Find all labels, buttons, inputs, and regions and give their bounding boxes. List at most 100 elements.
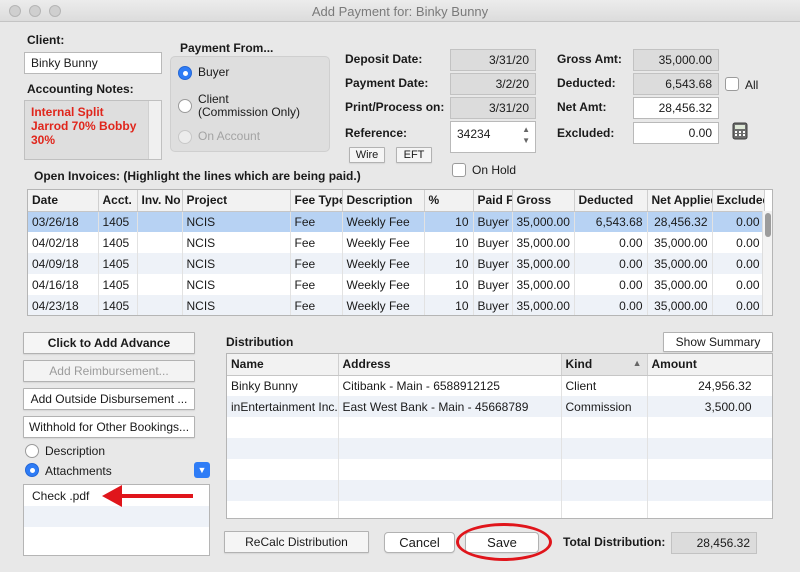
cell-address: East West Bank - Main - 45668789 [338,396,562,417]
col-description[interactable]: Description [342,190,425,212]
invoice-row[interactable]: 04/23/18 1405 NCIS Fee Weekly Fee 10 Buy… [28,295,765,315]
cell-net-applied: 35,000.00 [647,295,713,315]
cell-gross: 35,000.00 [512,253,575,274]
col-net-applied[interactable]: Net Applied [647,190,713,212]
cell-excluded: 0.00 [712,253,765,274]
col-percent[interactable]: % [424,190,474,212]
col-gross[interactable]: Gross [512,190,575,212]
col-inv-no[interactable]: Inv. No [137,190,183,212]
deposit-date-field[interactable]: 3/31/20 [450,49,536,71]
excluded-field[interactable]: 0.00 [633,122,719,144]
cell-description: Weekly Fee [342,232,425,253]
cell-gross: 35,000.00 [512,211,575,232]
distribution-empty-row [227,501,772,518]
cancel-button[interactable]: Cancel [384,532,455,553]
add-outside-disbursement-button[interactable]: Add Outside Disbursement ... [23,388,195,410]
cell-excluded: 0.00 [712,232,765,253]
cell-fee-type: Fee [290,253,343,274]
recalc-distribution-button[interactable]: ReCalc Distribution [224,531,369,553]
cell-excluded: 0.00 [712,274,765,295]
distribution-row[interactable]: Binky Bunny Citibank - Main - 6588912125… [227,375,772,396]
radio-attachments[interactable] [25,463,39,477]
col-project[interactable]: Project [182,190,291,212]
cell-paid-from: Buyer [473,211,513,232]
reference-value: 34234 [457,127,491,141]
red-circle-annotation [456,523,552,561]
col-amount[interactable]: Amount [647,354,772,376]
cell-net-applied: 35,000.00 [647,232,713,253]
col-excluded[interactable]: Excluded [712,190,765,212]
col-date[interactable]: Date [28,190,99,212]
cell-description: Weekly Fee [342,274,425,295]
radio-client-commission[interactable] [178,99,192,113]
cell-address: Citibank - Main - 6588912125 [338,375,562,396]
add-advance-button[interactable]: Click to Add Advance [23,332,195,354]
distribution-empty-row [227,459,772,480]
col-acct[interactable]: Acct. [98,190,138,212]
client-field[interactable]: Binky Bunny [24,52,162,74]
attachments-dropdown-icon[interactable]: ▼ [194,462,210,478]
radio-buyer[interactable] [178,66,192,80]
cell-percent: 10 [424,295,474,315]
cell-fee-type: Fee [290,295,343,315]
eft-button[interactable]: EFT [396,147,432,163]
distribution-row[interactable]: inEntertainment Inc. East West Bank - Ma… [227,396,772,417]
notes-scrollbar[interactable] [148,101,161,159]
cell-inv-no [137,211,183,232]
cell-name: Binky Bunny [227,375,339,396]
gross-amt-field[interactable]: 35,000.00 [633,49,719,71]
all-checkbox[interactable] [725,77,739,91]
withhold-button[interactable]: Withhold for Other Bookings... [23,416,195,438]
net-amt-field[interactable]: 28,456.32 [633,97,719,119]
invoices-table: Date Acct. Inv. No Project Fee Type Desc… [27,189,773,316]
cell-date: 04/16/18 [28,274,99,295]
cell-amount: 3,500.00 [647,396,772,417]
col-name[interactable]: Name [227,354,339,376]
col-fee-type[interactable]: Fee Type [290,190,343,212]
calculator-icon[interactable] [730,121,750,141]
invoice-row[interactable]: 04/09/18 1405 NCIS Fee Weekly Fee 10 Buy… [28,253,765,274]
cell-inv-no [137,232,183,253]
cell-deducted: 6,543.68 [574,211,648,232]
cell-kind: Client [561,375,648,396]
deducted-field[interactable]: 6,543.68 [633,73,719,95]
cell-paid-from: Buyer [473,295,513,315]
invoices-scroll-thumb[interactable] [765,213,771,237]
distribution-label: Distribution [226,335,294,349]
cell-inv-no [137,253,183,274]
distribution-table: Name Address Kind ▲ Amount Binky Bunny Ci… [226,353,773,519]
show-summary-button[interactable]: Show Summary [663,332,773,352]
col-deducted[interactable]: Deducted [574,190,648,212]
red-arrow-annotation [102,485,193,507]
payment-date-field[interactable]: 3/2/20 [450,73,536,95]
print-process-field[interactable]: 3/31/20 [450,97,536,119]
cell-fee-type: Fee [290,211,343,232]
invoices-scrollbar[interactable] [762,211,772,315]
col-address[interactable]: Address [338,354,562,376]
total-distribution-field[interactable]: 28,456.32 [671,532,757,554]
cell-inv-no [137,274,183,295]
all-label: All [745,78,759,92]
cell-net-applied: 28,456.32 [647,211,713,232]
on-hold-checkbox[interactable] [452,163,466,177]
cell-excluded: 0.00 [712,295,765,315]
attachment-empty-row [24,527,209,548]
radio-attachments-label: Attachments [45,464,112,478]
on-hold-label: On Hold [472,163,517,177]
invoice-row[interactable]: 04/16/18 1405 NCIS Fee Weekly Fee 10 Buy… [28,274,765,295]
accounting-notes-box[interactable]: Internal Split Jarrod 70% Bobby 30% [24,100,162,160]
radio-buyer-label: Buyer [198,65,230,79]
invoice-row[interactable]: 03/26/18 1405 NCIS Fee Weekly Fee 10 Buy… [28,211,765,232]
cell-project: NCIS [182,232,291,253]
cell-deducted: 0.00 [574,253,648,274]
wire-button[interactable]: Wire [349,147,385,163]
col-kind[interactable]: Kind ▲ [561,354,648,376]
radio-description[interactable] [25,444,39,458]
net-amt-label: Net Amt: [557,100,607,114]
cell-project: NCIS [182,274,291,295]
col-paid-from[interactable]: Paid From [473,190,513,212]
invoice-row[interactable]: 04/02/18 1405 NCIS Fee Weekly Fee 10 Buy… [28,232,765,253]
distribution-empty-row [227,417,772,438]
reference-stepper-icon[interactable]: ▲ ▼ [522,124,530,146]
reference-field[interactable]: 34234 ▲ ▼ [450,121,536,153]
